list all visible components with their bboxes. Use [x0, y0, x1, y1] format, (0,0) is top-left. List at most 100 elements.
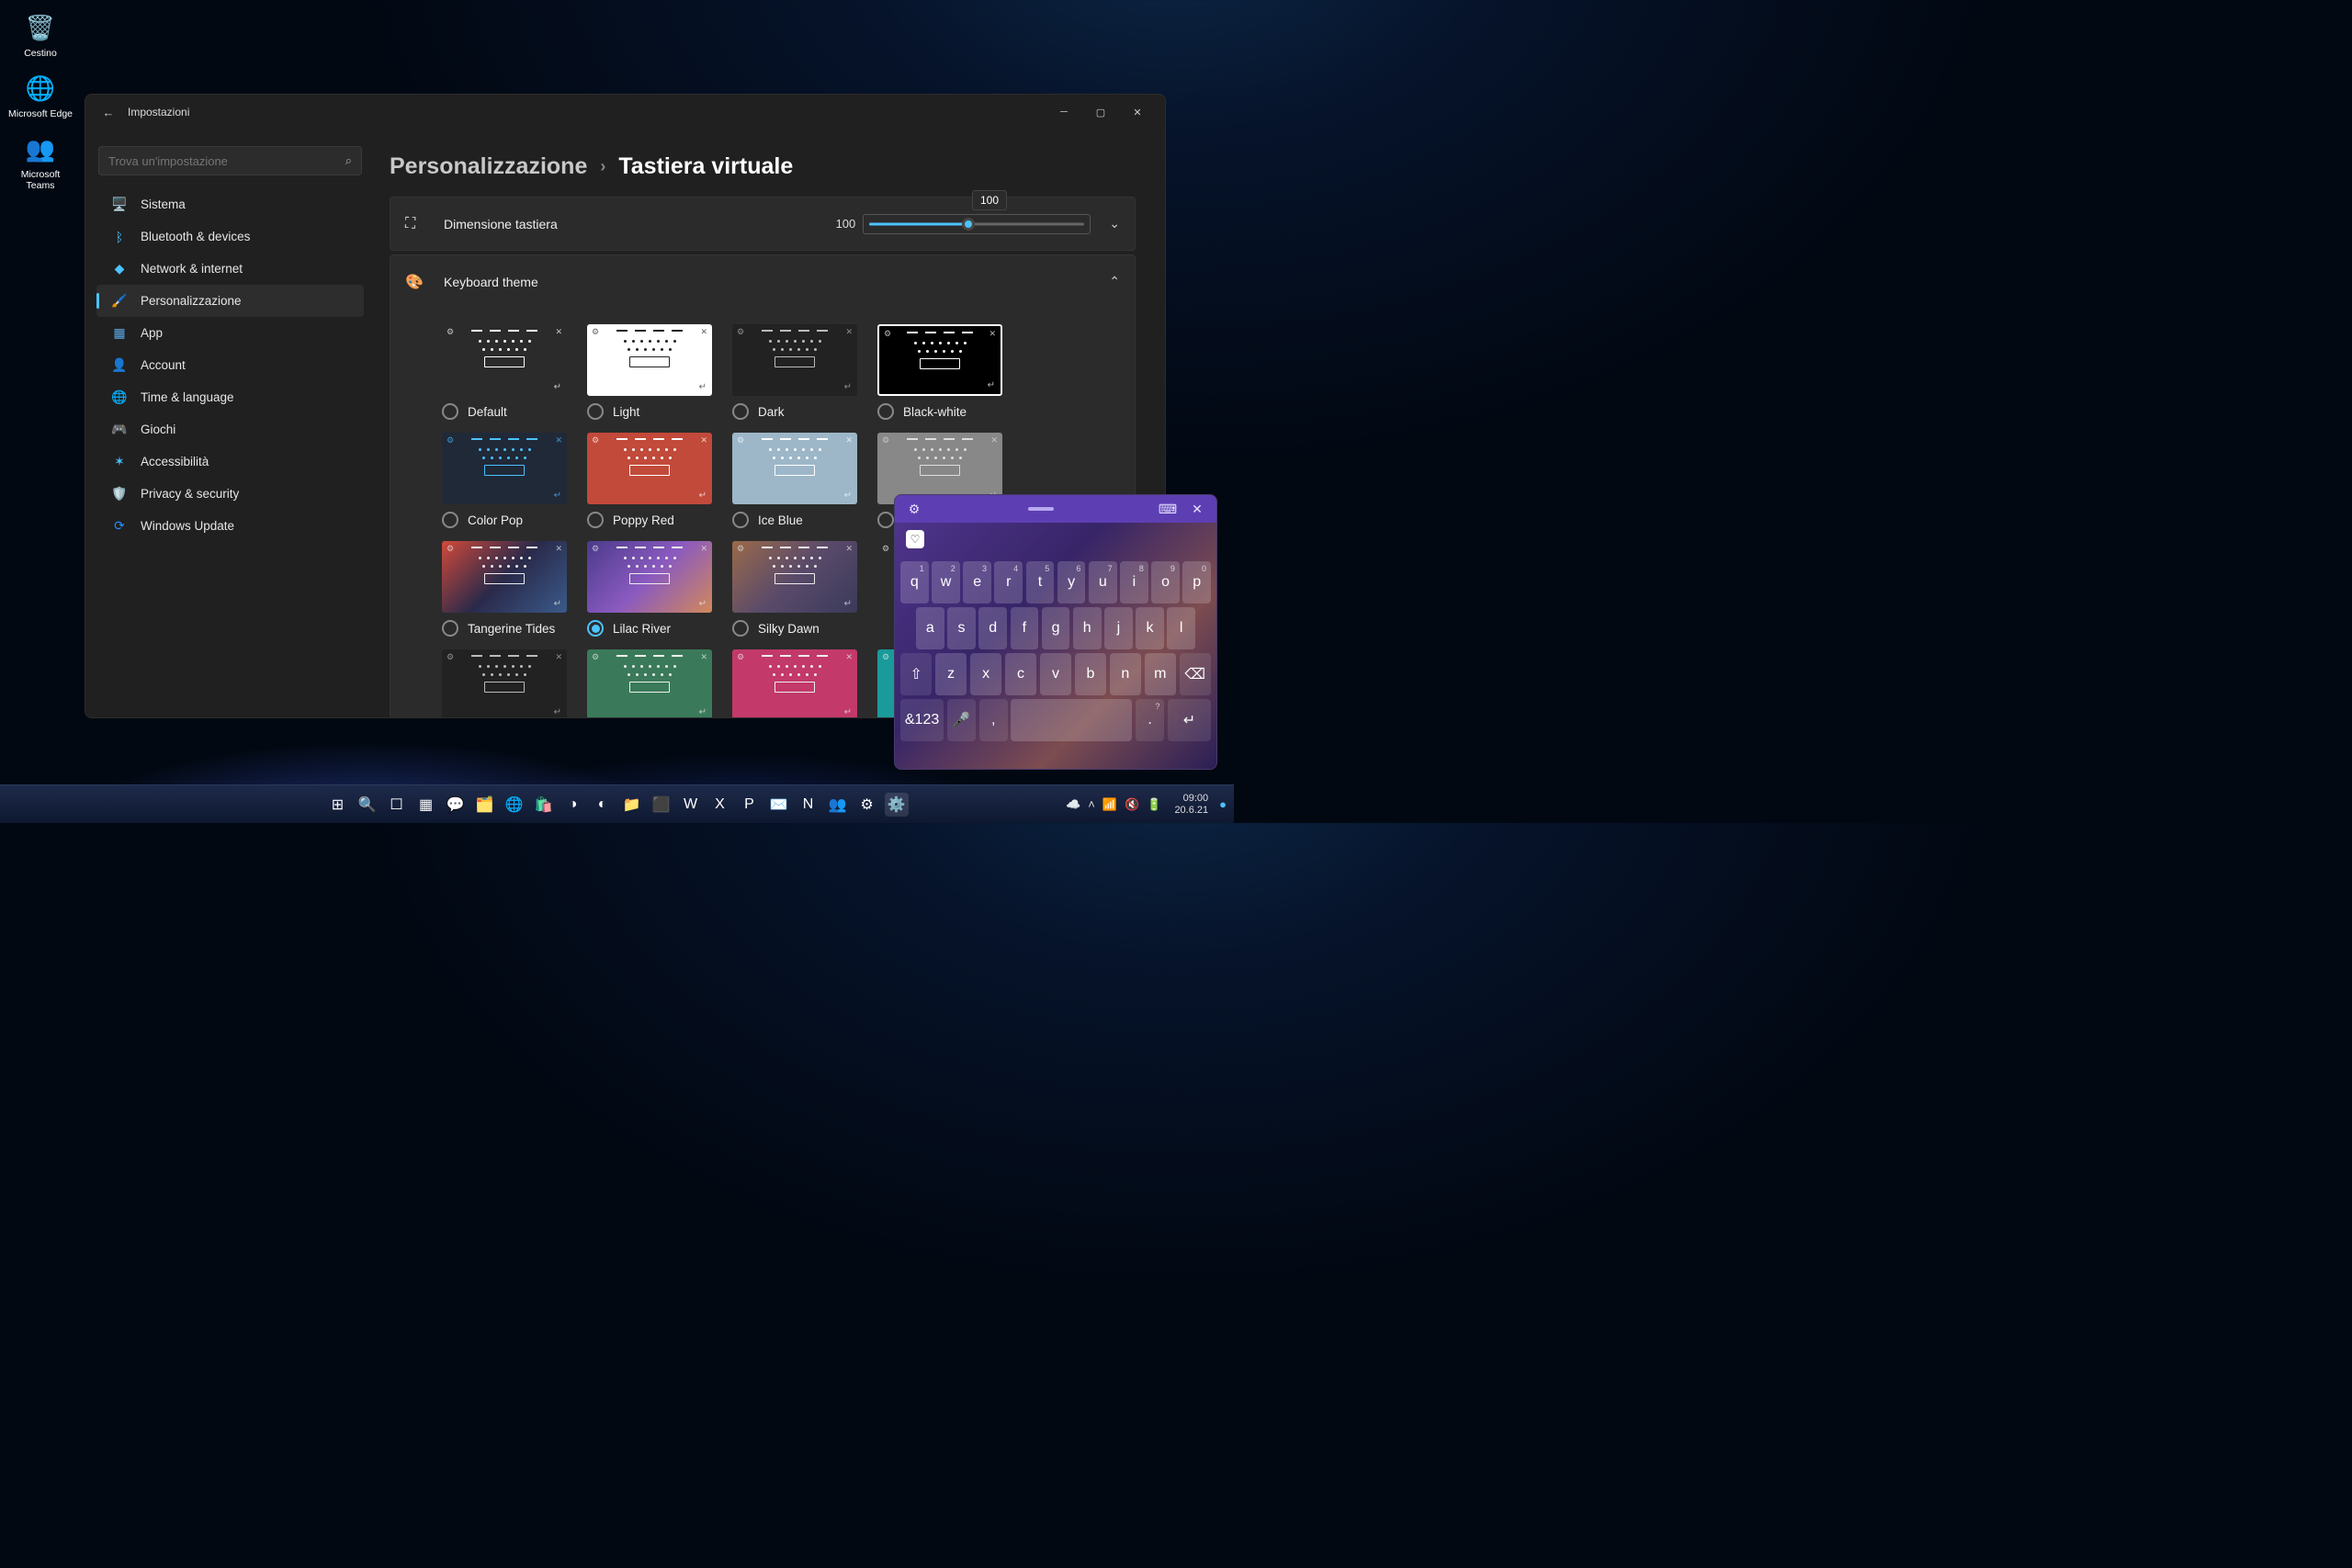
sidebar-item[interactable]: 🖌️ Personalizzazione — [96, 285, 364, 317]
taskbar-outlook-icon[interactable]: ✉️ — [767, 793, 791, 817]
comma-key[interactable]: , — [979, 699, 1008, 741]
search-box[interactable]: ⌕ — [98, 146, 362, 175]
theme-radio[interactable] — [732, 620, 749, 637]
keyboard-key[interactable]: n — [1110, 653, 1141, 695]
notifications-icon[interactable]: ● — [1219, 797, 1227, 811]
theme-radio[interactable] — [877, 403, 894, 420]
close-button[interactable]: ✕ — [1119, 99, 1156, 125]
theme-option[interactable]: ⚙✕ ↵ Dark — [732, 324, 870, 420]
taskbar-powerpoint-icon[interactable]: P — [738, 793, 762, 817]
drag-handle-icon[interactable] — [1028, 507, 1054, 511]
keyboard-key[interactable]: ⌫ — [1180, 653, 1211, 695]
touch-keyboard-header[interactable]: ⚙ ⌨ ✕ — [895, 495, 1216, 523]
desktop-icon[interactable]: 🗑️ Cestino — [6, 6, 75, 66]
taskbar-task-view-icon[interactable]: ☐ — [385, 793, 409, 817]
breadcrumb-root[interactable]: Personalizzazione — [390, 153, 587, 180]
theme-radio[interactable] — [732, 512, 749, 528]
theme-radio[interactable] — [732, 403, 749, 420]
keyboard-key[interactable]: k — [1136, 607, 1164, 649]
keyboard-key[interactable]: c — [1005, 653, 1036, 695]
enter-key[interactable]: ↵ — [1168, 699, 1211, 741]
expand-chevron[interactable]: ⌄ — [1109, 216, 1120, 231]
theme-option[interactable]: ⚙✕ ↵ Tangerine Tides — [442, 541, 580, 637]
keyboard-key[interactable]: j — [1104, 607, 1133, 649]
taskbar-settings-1-icon[interactable]: ⚙ — [855, 793, 879, 817]
sidebar-item[interactable]: ✶ Accessibilità — [96, 446, 364, 478]
theme-radio[interactable] — [587, 620, 604, 637]
keyboard-key[interactable]: q1 — [900, 561, 929, 604]
theme-option[interactable]: ⚙✕ ↵ Black-white — [877, 324, 1015, 420]
keyboard-key[interactable]: m — [1145, 653, 1176, 695]
keyboard-key[interactable]: w2 — [932, 561, 960, 604]
sidebar-item[interactable]: 🌐 Time & language — [96, 381, 364, 413]
theme-radio[interactable] — [587, 403, 604, 420]
keyboard-key[interactable]: a — [916, 607, 944, 649]
back-button[interactable]: ← — [95, 106, 122, 119]
theme-option[interactable]: ⚙✕ ↵ Light — [587, 324, 725, 420]
keyboard-key[interactable]: g — [1042, 607, 1070, 649]
theme-radio[interactable] — [442, 512, 458, 528]
desktop-icon[interactable]: 👥 Microsoft Teams — [6, 127, 75, 198]
tray-icon[interactable]: 📶 — [1102, 797, 1117, 812]
keyboard-key[interactable]: f — [1011, 607, 1039, 649]
taskbar-start-icon[interactable]: ⊞ — [326, 793, 350, 817]
keyboard-key[interactable]: o9 — [1151, 561, 1180, 604]
tray-icon[interactable]: 🔇 — [1125, 797, 1139, 812]
taskbar-chat-icon[interactable]: 💬 — [444, 793, 468, 817]
dock-icon[interactable]: ⌨ — [1158, 502, 1178, 517]
taskbar-excel-icon[interactable]: X — [708, 793, 732, 817]
clipboard-icon[interactable]: ♡ — [906, 530, 924, 548]
keyboard-key[interactable]: r4 — [994, 561, 1023, 604]
maximize-button[interactable]: ▢ — [1082, 99, 1119, 125]
theme-radio[interactable] — [587, 512, 604, 528]
taskbar-word-icon[interactable]: W — [679, 793, 703, 817]
keyboard-key[interactable]: y6 — [1057, 561, 1086, 604]
keyboard-key[interactable]: p0 — [1182, 561, 1211, 604]
taskbar-search-icon[interactable]: 🔍 — [356, 793, 379, 817]
keyboard-key[interactable]: l — [1167, 607, 1195, 649]
keyboard-key[interactable]: ⇧ — [900, 653, 932, 695]
sidebar-item[interactable]: 👤 Account — [96, 349, 364, 381]
taskbar-folder-icon[interactable]: 📁 — [620, 793, 644, 817]
theme-radio[interactable] — [442, 620, 458, 637]
theme-option[interactable]: ⚙✕ ↵ Lilac River — [587, 541, 725, 637]
tray-icon[interactable]: ˄ — [1088, 797, 1095, 811]
keyboard-key[interactable]: h — [1073, 607, 1102, 649]
keyboard-key[interactable]: x — [970, 653, 1001, 695]
taskbar-onenote-icon[interactable]: N — [797, 793, 820, 817]
keyboard-key[interactable]: e3 — [963, 561, 991, 604]
theme-option[interactable]: ⚙✕ ↵ — [442, 649, 580, 717]
space-key[interactable] — [1011, 699, 1132, 741]
taskbar-explorer-icon[interactable]: 🗂️ — [473, 793, 497, 817]
taskbar-teams-icon[interactable]: 👥 — [826, 793, 850, 817]
minimize-button[interactable]: ─ — [1046, 99, 1082, 125]
theme-option[interactable]: ⚙✕ ↵ Silky Dawn — [732, 541, 870, 637]
taskbar-widgets-icon[interactable]: ▦ — [414, 793, 438, 817]
taskbar-store-icon[interactable]: 🛍️ — [532, 793, 556, 817]
theme-radio[interactable] — [442, 403, 458, 420]
sidebar-item[interactable]: ▦ App — [96, 317, 364, 349]
sidebar-item[interactable]: 🎮 Giochi — [96, 413, 364, 446]
taskbar-edge-icon[interactable]: 🌐 — [503, 793, 526, 817]
taskbar-edge-dev-icon[interactable]: ◑ — [561, 793, 585, 817]
keyboard-settings-icon[interactable]: ⚙ — [904, 502, 924, 517]
keyboard-close-icon[interactable]: ✕ — [1187, 502, 1207, 517]
tray-icon[interactable]: 🔋 — [1147, 797, 1161, 812]
theme-radio[interactable] — [877, 512, 894, 528]
keyboard-key[interactable]: t5 — [1026, 561, 1055, 604]
taskbar-clock[interactable]: 09:00 20.6.21 — [1174, 793, 1208, 816]
sidebar-item[interactable]: ⟳ Windows Update — [96, 510, 364, 542]
sidebar-item[interactable]: 🛡️ Privacy & security — [96, 478, 364, 510]
theme-option[interactable]: ⚙✕ ↵ Ice Blue — [732, 433, 870, 528]
size-slider[interactable] — [863, 214, 1091, 234]
keyboard-key[interactable]: u7 — [1089, 561, 1117, 604]
keyboard-key[interactable]: v — [1040, 653, 1071, 695]
sidebar-item[interactable]: ᛒ Bluetooth & devices — [96, 220, 364, 253]
taskbar-terminal-icon[interactable]: ⬛ — [650, 793, 673, 817]
theme-option[interactable]: ⚙✕ ↵ Poppy Red — [587, 433, 725, 528]
desktop-icon[interactable]: 🌐 Microsoft Edge — [6, 66, 75, 127]
keyboard-key[interactable]: z — [935, 653, 967, 695]
sidebar-item[interactable]: 🖥️ Sistema — [96, 188, 364, 220]
mic-key[interactable]: 🎤 — [947, 699, 976, 741]
keyboard-key[interactable]: b — [1075, 653, 1106, 695]
